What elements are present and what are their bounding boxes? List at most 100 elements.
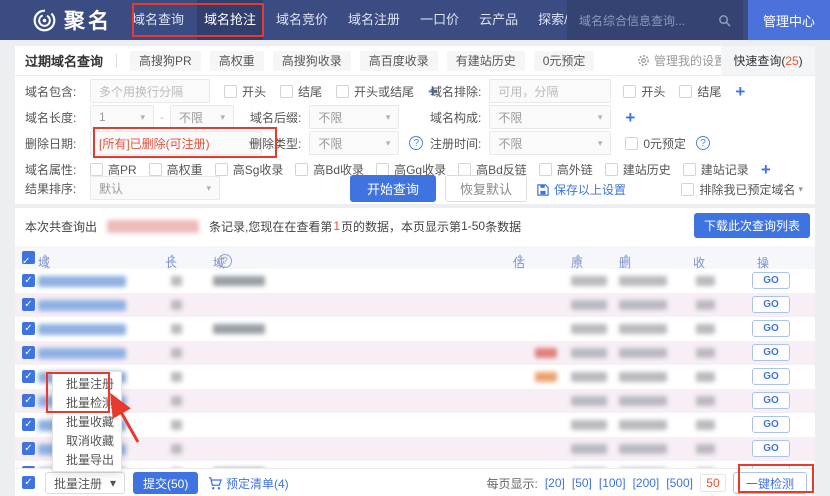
- save-settings-link[interactable]: 保存以上设置: [537, 181, 626, 198]
- domain-search-box[interactable]: 域名综合信息查询...: [567, 0, 743, 40]
- favorite-cell-redacted[interactable]: [696, 444, 715, 454]
- start-query-button[interactable]: 开始查询: [350, 175, 436, 202]
- page-size-input[interactable]: 50: [700, 474, 726, 492]
- manage-settings-link[interactable]: 管理我的设置: [637, 52, 726, 69]
- checkbox-box[interactable]: [679, 85, 692, 98]
- suffix-select[interactable]: 不限▾: [309, 105, 399, 129]
- admin-center-button[interactable]: 管理中心: [748, 0, 830, 40]
- preset-chip[interactable]: 高搜狗收录: [273, 51, 351, 71]
- delete-type-select[interactable]: 不限▾: [309, 131, 399, 155]
- check-icon: ✓: [22, 255, 30, 268]
- nav-item[interactable]: 一口价: [413, 0, 466, 40]
- position-checkbox[interactable]: 开头或结尾: [336, 83, 414, 100]
- domain-cell-redacted[interactable]: [38, 324, 126, 335]
- one-click-check-button[interactable]: 一键检测: [733, 472, 807, 494]
- reset-defaults-button[interactable]: 恢复默认: [445, 175, 527, 202]
- submit-button[interactable]: 提交(50): [133, 472, 198, 494]
- nav-item[interactable]: 域名查询: [125, 0, 191, 40]
- batch-menu-item[interactable]: 批量收藏: [53, 413, 121, 432]
- go-button[interactable]: GO: [752, 320, 790, 337]
- domain-cell-redacted[interactable]: [38, 348, 126, 359]
- row-checkbox[interactable]: ✓: [22, 274, 35, 287]
- length-from-select[interactable]: 1▾: [90, 105, 154, 129]
- length-cell-redacted: [171, 324, 182, 334]
- per-page-option[interactable]: [500]: [666, 476, 693, 490]
- juming-logo[interactable]: 聚名: [32, 5, 112, 35]
- nav-item[interactable]: 域名抢注: [197, 0, 263, 40]
- zero-reserve-checkbox[interactable]: 0元预定: [625, 135, 686, 152]
- position-checkbox[interactable]: 结尾: [679, 83, 721, 100]
- go-button[interactable]: GO: [752, 440, 790, 457]
- row-checkbox[interactable]: ✓: [22, 322, 35, 335]
- go-button[interactable]: GO: [752, 416, 790, 433]
- sort-select[interactable]: 默认▾: [90, 176, 220, 200]
- batch-action-select[interactable]: 批量注册▾: [45, 472, 125, 494]
- search-icon[interactable]: [718, 14, 731, 27]
- row-checkbox[interactable]: ✓: [22, 394, 35, 407]
- favorite-cell-redacted[interactable]: [696, 420, 715, 430]
- domain-cell-redacted[interactable]: [38, 276, 126, 287]
- select-all-checkbox[interactable]: ✓: [22, 251, 35, 264]
- chevron-down-icon[interactable]: ▾: [798, 184, 803, 195]
- preset-chip[interactable]: 高百度收录: [360, 51, 438, 71]
- per-page-option[interactable]: [20]: [545, 476, 565, 490]
- batch-menu-item[interactable]: 批量注册: [53, 375, 121, 394]
- exclude-input[interactable]: 可用，分隔: [489, 79, 611, 103]
- checkbox-box[interactable]: [280, 85, 293, 98]
- checkbox-box[interactable]: [623, 85, 636, 98]
- row-checkbox[interactable]: ✓: [22, 418, 35, 431]
- per-page-option[interactable]: [100]: [599, 476, 626, 490]
- favorite-cell-redacted[interactable]: [696, 396, 715, 406]
- preset-chip[interactable]: 高搜狗PR: [130, 51, 201, 71]
- delete-date-select[interactable]: [所有]已删除(可注册)▾: [90, 131, 262, 155]
- download-list-button[interactable]: 下载此次查询列表: [694, 213, 810, 238]
- composition-select[interactable]: 不限▾: [489, 105, 611, 129]
- nav-item[interactable]: 云产品: [472, 0, 525, 40]
- position-checkbox[interactable]: 开头: [224, 83, 266, 100]
- row-checkbox[interactable]: ✓: [22, 370, 35, 383]
- go-button[interactable]: GO: [752, 392, 790, 409]
- tab-quick-query[interactable]: 快速查询(25): [721, 46, 815, 75]
- add-condition-icon[interactable]: +: [625, 109, 635, 126]
- row-checkbox[interactable]: ✓: [22, 346, 35, 359]
- add-condition-icon[interactable]: +: [735, 83, 745, 100]
- per-page-option[interactable]: [200]: [633, 476, 660, 490]
- delete-time-cell-redacted: [619, 276, 667, 286]
- domain-cell-redacted[interactable]: [38, 300, 126, 311]
- go-button[interactable]: GO: [752, 344, 790, 361]
- length-to-select[interactable]: 不限▾: [170, 105, 234, 129]
- row-checkbox[interactable]: ✓: [22, 442, 35, 455]
- reserve-list-link[interactable]: 预定清单(4): [208, 475, 289, 492]
- checkbox-box[interactable]: [336, 85, 349, 98]
- preset-chip[interactable]: 有建站历史: [447, 51, 525, 71]
- contain-input[interactable]: 多个用换行分隔: [90, 79, 210, 103]
- nav-item[interactable]: 域名竞价: [269, 0, 335, 40]
- go-button[interactable]: GO: [752, 368, 790, 385]
- per-page-option[interactable]: [50]: [572, 476, 592, 490]
- batch-menu-item[interactable]: 批量导出: [53, 451, 121, 470]
- preset-chip[interactable]: 高权重: [210, 51, 264, 71]
- favorite-cell-redacted[interactable]: [696, 348, 715, 358]
- exclude-reserved-checkbox[interactable]: 排除我已预定域名 ▾: [681, 181, 803, 198]
- favorite-cell-redacted[interactable]: [696, 324, 715, 334]
- favorite-cell-redacted[interactable]: [696, 276, 715, 286]
- go-button[interactable]: GO: [752, 296, 790, 313]
- nav-item[interactable]: 域名注册: [341, 0, 407, 40]
- footer-select-all-checkbox[interactable]: ✓: [22, 476, 35, 489]
- position-checkbox[interactable]: 结尾: [280, 83, 322, 100]
- checkbox-box[interactable]: [625, 137, 638, 150]
- position-checkbox[interactable]: 开头: [623, 83, 665, 100]
- reg-time-select[interactable]: 不限▾: [489, 131, 611, 155]
- go-button[interactable]: GO: [752, 272, 790, 289]
- batch-menu-item[interactable]: 批量检测: [53, 394, 121, 413]
- help-icon[interactable]: ?: [409, 136, 423, 150]
- checkbox-box[interactable]: [224, 85, 237, 98]
- checkbox-box[interactable]: [681, 183, 694, 196]
- preset-chip[interactable]: 0元预定: [534, 51, 595, 71]
- help-icon[interactable]: ?: [696, 136, 710, 150]
- favorite-cell-redacted[interactable]: [696, 372, 715, 382]
- batch-menu-item[interactable]: 取消收藏: [53, 432, 121, 451]
- favorite-cell-redacted[interactable]: [696, 300, 715, 310]
- main-nav: 域名查询域名抢注域名竞价域名注册一口价云产品探索/发现: [122, 0, 604, 40]
- row-checkbox[interactable]: ✓: [22, 298, 35, 311]
